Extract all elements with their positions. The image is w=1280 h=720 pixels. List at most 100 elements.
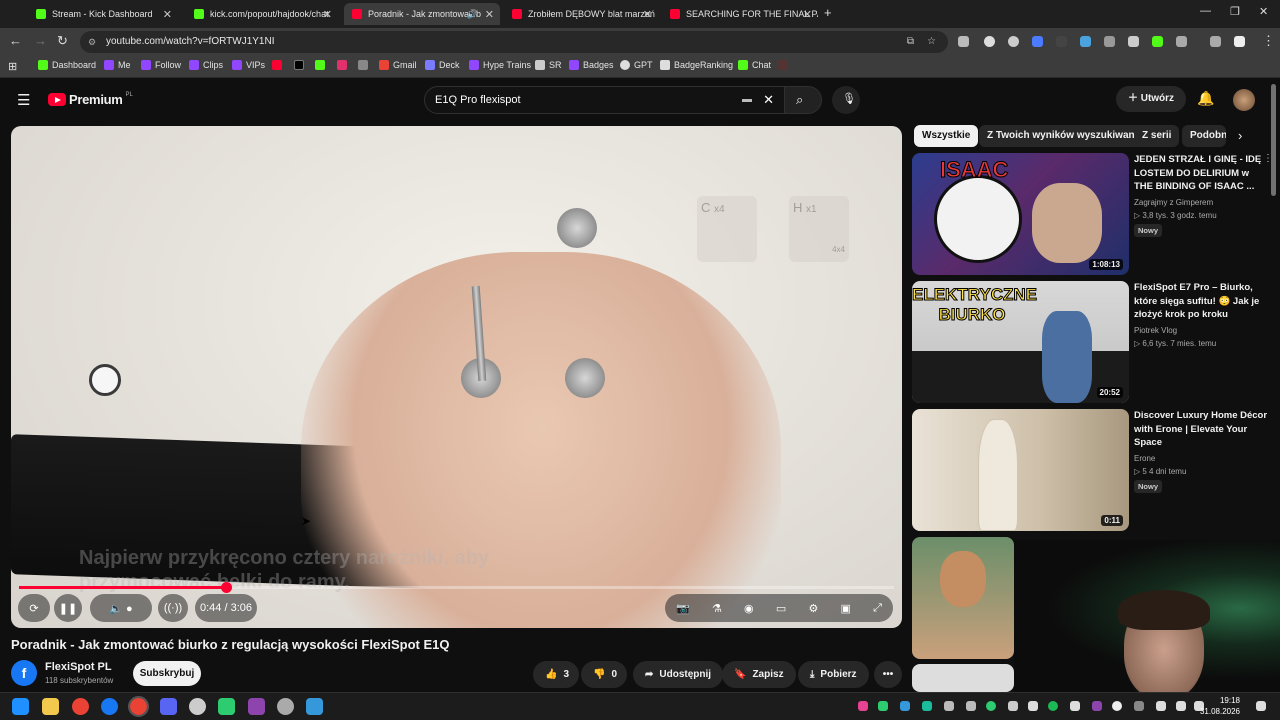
screenshot-icon[interactable]: 📷 xyxy=(676,602,690,615)
cast-icon[interactable]: ⧉ xyxy=(907,31,914,53)
clear-search-icon[interactable]: ✕ xyxy=(763,87,774,113)
extension-icon[interactable] xyxy=(1128,36,1139,47)
spotify-icon[interactable] xyxy=(1048,701,1058,711)
bookmark-badges[interactable]: Badges xyxy=(569,60,614,70)
hamburger-menu-icon[interactable]: ☰ xyxy=(17,91,30,109)
pause-button[interactable]: ❚❚ xyxy=(54,594,82,622)
app-icon[interactable] xyxy=(277,698,294,715)
stable-volume-button[interactable]: ((·)) xyxy=(158,594,188,622)
autoplay-toggle-icon[interactable]: ◉ xyxy=(744,602,754,615)
bookmark-deck[interactable]: Deck xyxy=(425,60,460,70)
speaker-icon[interactable]: 🔊 xyxy=(467,9,478,20)
bookmark-misc[interactable] xyxy=(358,60,368,70)
app-icon[interactable] xyxy=(218,698,235,715)
subtitles-icon[interactable]: ▭ xyxy=(776,602,786,615)
tray-icon[interactable] xyxy=(900,701,910,711)
extension-icon[interactable] xyxy=(1104,36,1115,47)
close-icon[interactable]: ✕ xyxy=(323,8,332,21)
tray-icon[interactable] xyxy=(1134,701,1144,711)
channel-name[interactable]: Zagrajmy z Gimperem xyxy=(1134,198,1268,207)
recommendation-card[interactable]: ELEKTRYCZNE BIURKO 20:52 FlexiSpot E7 Pr… xyxy=(912,281,1268,403)
tray-icon[interactable] xyxy=(1028,701,1038,711)
system-clock[interactable]: 19:18 31.08.2026 xyxy=(1200,695,1240,717)
video-title[interactable]: JEDEN STRZAŁ I GINĘ - IDĘ LOSTEM DO DELI… xyxy=(1134,153,1268,194)
facebook-icon[interactable] xyxy=(101,698,118,715)
create-button[interactable]: ＋ Utwórz xyxy=(1116,86,1186,112)
bookmark-follow[interactable]: Follow xyxy=(141,60,181,70)
thumbnail[interactable]: ISAAC 1:08:13 xyxy=(912,153,1129,275)
file-explorer-icon[interactable] xyxy=(42,698,59,715)
video-title[interactable]: Discover Luxury Home Décor with Erone | … xyxy=(1134,409,1268,450)
progress-bar[interactable] xyxy=(19,582,894,593)
search-input[interactable]: E1Q Pro flexispot ▬ ✕ xyxy=(424,86,785,114)
kebab-menu-icon[interactable]: ⋮ xyxy=(1262,33,1275,49)
tray-icon[interactable] xyxy=(944,701,954,711)
tab-kick-dashboard[interactable]: Stream - Kick Dashboard ✕ xyxy=(28,3,178,25)
extension-icon[interactable] xyxy=(1080,36,1091,47)
page-scrollbar[interactable] xyxy=(1271,84,1276,196)
close-icon[interactable]: ✕ xyxy=(163,8,172,21)
keyboard-icon[interactable]: ▬ xyxy=(742,87,752,113)
bookmark-sr[interactable]: SR xyxy=(535,60,562,70)
more-actions-button[interactable]: ••• xyxy=(874,661,902,688)
video-player[interactable]: C x4 H x1 4x4 Najpierw przykręcono cztery… xyxy=(11,126,902,628)
close-icon[interactable]: ✕ xyxy=(643,8,652,21)
address-bar[interactable]: ⚙ youtube.com/watch?v=fORTWJ1Y1NI ⧉ ☆ xyxy=(80,31,948,53)
tab-kick-chat[interactable]: kick.com/popout/hajdook/chat ✕ xyxy=(186,3,338,25)
channel-name[interactable]: Piotrek Vlog xyxy=(1134,326,1268,335)
reading-list-icon[interactable] xyxy=(1210,36,1221,47)
bookmark-youtube[interactable] xyxy=(272,60,282,70)
minimize-icon[interactable]: — xyxy=(1200,5,1211,17)
tray-icon[interactable] xyxy=(1092,701,1102,711)
bookmark-misc-2[interactable] xyxy=(778,60,788,70)
tab-youtube-3[interactable]: SEARCHING FOR THE FINAL PA ✕ xyxy=(662,3,818,25)
chrome-icon[interactable] xyxy=(72,698,89,715)
tray-icon[interactable] xyxy=(1112,701,1122,711)
bookmark-hype-trains[interactable]: Hype Trains xyxy=(469,60,531,70)
chip-from-search[interactable]: Z Twoich wyników wyszukiwania xyxy=(979,125,1151,147)
extension-icon[interactable] xyxy=(1056,36,1067,47)
profile-icon[interactable] xyxy=(1234,36,1245,47)
bookmark-dashboard[interactable]: Dashboard xyxy=(38,60,96,70)
extension-icon[interactable] xyxy=(1008,36,1019,47)
fullscreen-icon[interactable]: ⤢ xyxy=(873,602,882,615)
discord-icon[interactable] xyxy=(160,698,177,715)
notifications-bell-icon[interactable]: 🔔 xyxy=(1197,90,1214,107)
windows-start-icon[interactable] xyxy=(12,698,29,715)
notification-center-icon[interactable] xyxy=(1256,701,1266,711)
chevron-right-icon[interactable]: › xyxy=(1238,128,1242,143)
thumbnail[interactable] xyxy=(912,537,1014,659)
bookmark-vips[interactable]: VIPs xyxy=(232,60,265,70)
like-button[interactable]: 👍 3 xyxy=(533,661,579,688)
restore-icon[interactable]: ❐ xyxy=(1230,5,1240,18)
voice-search-button[interactable]: 🎙 xyxy=(832,86,860,114)
chip-all[interactable]: Wszystkie xyxy=(914,125,979,147)
extension-icon[interactable] xyxy=(984,36,995,47)
bookmark-instagram[interactable] xyxy=(337,60,347,70)
thumbnail[interactable]: 0:11 xyxy=(912,409,1129,531)
new-tab-button[interactable]: + xyxy=(824,5,832,20)
close-icon[interactable]: ✕ xyxy=(485,8,494,21)
tray-icon[interactable] xyxy=(878,701,888,711)
chip-related[interactable]: Podobne xyxy=(1182,125,1226,147)
bookmark-badgeranking[interactable]: BadgeRanking xyxy=(660,60,733,70)
thumbnail[interactable]: ELEKTRYCZNE BIURKO 20:52 xyxy=(912,281,1129,403)
tray-icon[interactable] xyxy=(1070,701,1080,711)
dislike-button[interactable]: 👎 0 xyxy=(581,661,627,688)
recommendation-card[interactable]: ISAAC 1:08:13 JEDEN STRZAŁ I GINĘ - IDĘ … xyxy=(912,153,1273,275)
subscribe-button[interactable]: Subskrybuj xyxy=(133,661,201,686)
forward-icon[interactable]: → xyxy=(34,33,47,48)
bookmark-kick[interactable] xyxy=(315,60,325,70)
search-button[interactable]: ⌕ xyxy=(784,86,822,114)
bookmark-chat[interactable]: Chat xyxy=(738,60,771,70)
tab-youtube-active[interactable]: Poradnik - Jak zmontować b 🔊 ✕ xyxy=(344,3,500,25)
tray-icon[interactable] xyxy=(966,701,976,711)
tab-youtube-2[interactable]: Zrobiłem DĘBOWY blat marzeń ✕ xyxy=(504,3,658,25)
experiment-icon[interactable]: ⚗ xyxy=(712,602,722,615)
channel-avatar[interactable]: f xyxy=(11,660,37,686)
channel-name[interactable]: Erone xyxy=(1134,454,1268,463)
close-icon[interactable]: ✕ xyxy=(803,8,812,21)
share-button[interactable]: ➦ Udostępnij xyxy=(633,661,724,688)
youtube-logo[interactable]: Premium PL xyxy=(48,92,133,107)
recommendation-card[interactable]: 0:11 Discover Luxury Home Décor with Ero… xyxy=(912,409,1268,531)
